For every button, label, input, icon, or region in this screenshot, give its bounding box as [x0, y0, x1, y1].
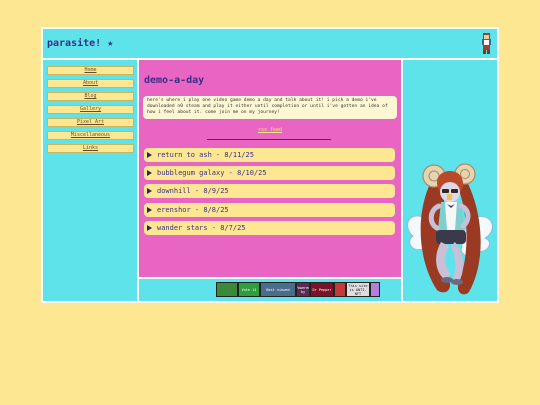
badge-dr-pepper[interactable]: Dr Pepper [310, 282, 334, 297]
expand-triangle-icon [147, 169, 152, 176]
post-item[interactable]: erenshor - 8/8/25 [144, 203, 395, 217]
badges-strip: Vote 14 Best viewed Powered by Dr Pepper… [139, 279, 401, 301]
winged-character-illustration [407, 163, 493, 295]
pixel-character-icon [482, 33, 491, 54]
site-title[interactable]: parasite! ★ [47, 38, 113, 49]
nav-item-gallery[interactable]: Gallery [47, 105, 134, 114]
post-label: return to ash - 8/11/25 [157, 151, 254, 159]
page-title: demo-a-day [144, 75, 205, 86]
badge-best-viewed[interactable]: Best viewed [260, 282, 296, 297]
badge-powered-by[interactable]: Powered by [296, 282, 310, 297]
nav-item-miscellaneous[interactable]: Miscellaneous [47, 131, 134, 140]
nav-item-blog[interactable]: Blog [47, 92, 134, 101]
rss-feed-link[interactable]: rss feed [139, 127, 401, 133]
right-panel [403, 60, 497, 301]
post-label: bubblegum galaxy - 8/10/25 [157, 169, 267, 177]
badge-row: Vote 14 Best viewed Powered by Dr Pepper… [216, 282, 380, 297]
post-label: wander stars - 8/7/25 [157, 224, 246, 232]
badge-gif[interactable] [216, 282, 238, 297]
header: parasite! ★ [43, 29, 497, 58]
expand-triangle-icon [147, 151, 152, 158]
post-item[interactable]: wander stars - 8/7/25 [144, 221, 395, 235]
divider [207, 139, 331, 140]
nav-item-pixel-art[interactable]: Pixel Art [47, 118, 134, 127]
post-item[interactable]: downhill - 8/9/25 [144, 184, 395, 198]
nav-item-home[interactable]: Home [47, 66, 134, 75]
sidebar-nav: Home About Blog Gallery Pixel Art Miscel… [43, 60, 137, 301]
badge-vote[interactable]: Vote 14 [238, 282, 260, 297]
post-item[interactable]: return to ash - 8/11/25 [144, 148, 395, 162]
main-content: demo-a-day here's where i play one video… [139, 60, 401, 277]
expand-triangle-icon [147, 187, 152, 194]
post-label: erenshor - 8/8/25 [157, 206, 229, 214]
expand-triangle-icon [147, 224, 152, 231]
nav-item-links[interactable]: Links [47, 144, 134, 153]
badge-anti-nft[interactable]: This site is ANTI-NFT [346, 282, 370, 297]
intro-text: here's where i play one video game demo … [143, 96, 397, 119]
post-item[interactable]: bubblegum galaxy - 8/10/25 [144, 166, 395, 180]
post-label: downhill - 8/9/25 [157, 187, 229, 195]
page-frame: parasite! ★ Home About Blog Gallery Pixe… [41, 27, 499, 303]
expand-triangle-icon [147, 206, 152, 213]
badge-misc[interactable] [370, 282, 380, 297]
badge-no-symbol[interactable] [334, 282, 346, 297]
nav-item-about[interactable]: About [47, 79, 134, 88]
